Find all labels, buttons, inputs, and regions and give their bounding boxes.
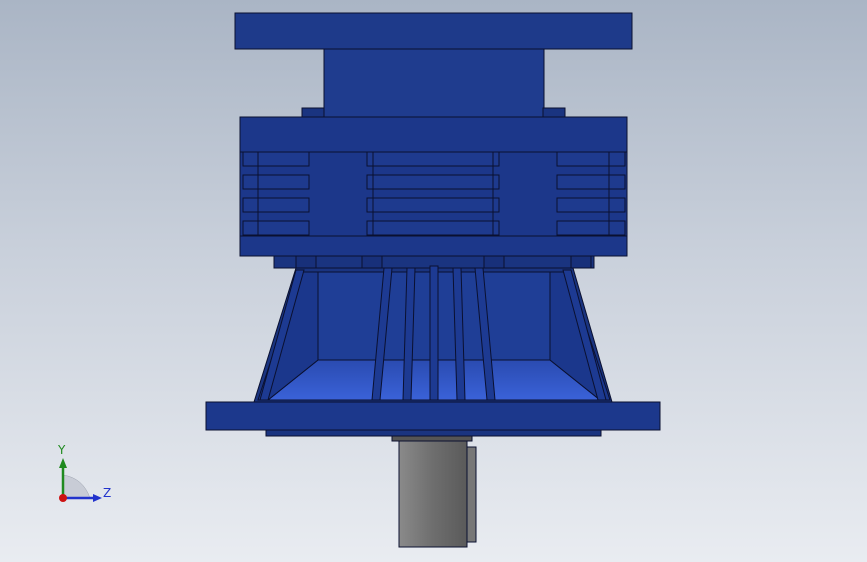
- top-neck: [323, 48, 545, 118]
- output-shaft: [398, 440, 468, 548]
- gear-reducer-model[interactable]: [0, 0, 867, 562]
- top-flange: [234, 12, 633, 50]
- shaft-collar: [391, 435, 473, 442]
- base-flange: [205, 401, 661, 431]
- z-axis-label: Z: [103, 486, 112, 500]
- shaft-key: [466, 446, 477, 543]
- y-axis-label: Y: [58, 443, 66, 457]
- graphics-viewport[interactable]: Y Z: [0, 0, 867, 562]
- base-spigot: [265, 429, 602, 437]
